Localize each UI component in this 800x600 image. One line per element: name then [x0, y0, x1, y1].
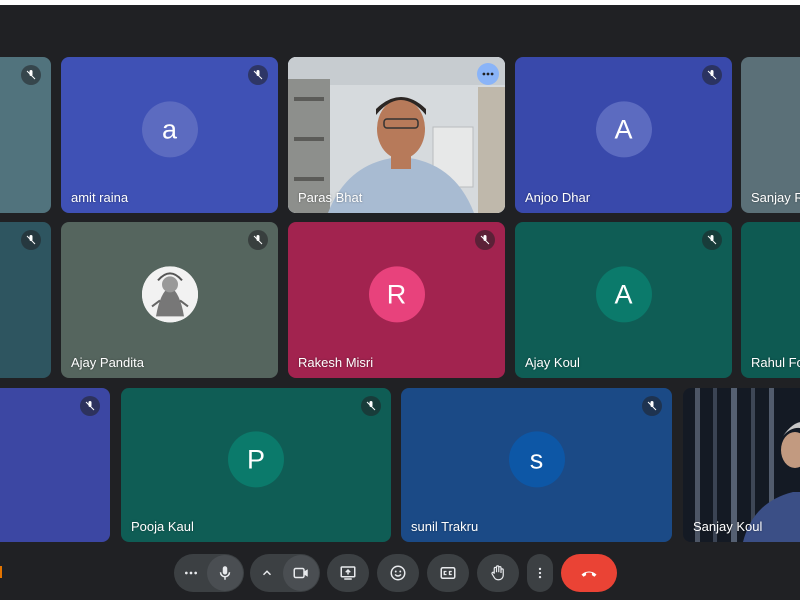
profile-photo: [141, 266, 198, 323]
participant-name: Anjoo Dhar: [525, 190, 591, 205]
participant-tile[interactable]: [0, 57, 51, 213]
avatar: s: [508, 431, 565, 488]
more-options-button[interactable]: [527, 554, 553, 592]
camera-control-group[interactable]: [250, 554, 320, 592]
participant-name: amit raina: [71, 190, 129, 205]
captions-button[interactable]: [427, 554, 469, 592]
mic-control-group[interactable]: [174, 554, 244, 592]
avatar: A: [595, 101, 652, 158]
participant-tile-active[interactable]: Paras Bhat: [288, 57, 505, 213]
mic-muted-icon: [702, 65, 722, 85]
raise-hand-button[interactable]: [477, 554, 519, 592]
participant-name: Ajay Pandita: [71, 355, 144, 370]
mic-muted-icon: [475, 230, 495, 250]
participant-name: sunil Trakru: [411, 519, 479, 534]
participant-name: Ajay Koul: [525, 355, 580, 370]
participant-name: Rakesh Misri: [298, 355, 374, 370]
raise-hand-icon: [491, 565, 504, 581]
avatar: P: [228, 431, 284, 488]
participant-name: Pooja Kaul: [131, 519, 194, 534]
participant-name: Rahul Fo: [751, 355, 800, 370]
mic-muted-icon: [248, 230, 268, 250]
participant-name: Paras Bhat: [298, 190, 363, 205]
participant-name: Sanjay Ra: [751, 190, 800, 205]
more-options-icon[interactable]: [477, 63, 499, 85]
participant-tile[interactable]: A Anjoo Dhar: [515, 57, 732, 213]
emoji-icon: [390, 565, 406, 581]
bottom-left-indicator: [0, 566, 2, 578]
participant-tile[interactable]: R Rakesh Misri: [288, 222, 505, 378]
mic-muted-icon: [248, 65, 268, 85]
participant-tile[interactable]: s sunil Trakru: [401, 388, 672, 542]
avatar: A: [595, 266, 652, 323]
participant-tile[interactable]: Rahul Fo: [741, 222, 800, 378]
participant-name: Sanjay Koul: [693, 519, 763, 534]
mic-muted-icon: [80, 396, 100, 416]
mic-muted-icon: [21, 230, 41, 250]
microphone-icon[interactable]: [207, 555, 243, 591]
mic-muted-icon: [702, 230, 722, 250]
end-call-icon: [581, 571, 597, 577]
end-call-button[interactable]: [561, 554, 617, 592]
top-bar: [0, 0, 800, 5]
present-screen-icon: [340, 566, 356, 580]
mic-muted-icon: [361, 396, 381, 416]
participant-tile[interactable]: a amit raina: [61, 57, 278, 213]
emoji-button[interactable]: [377, 554, 419, 592]
avatar: a: [141, 101, 198, 158]
chevron-up-icon[interactable]: [251, 566, 283, 580]
participant-tile[interactable]: Sanjay Ra: [741, 57, 800, 213]
mic-muted-icon: [21, 65, 41, 85]
participant-tile[interactable]: Ajay Pandita: [61, 222, 278, 378]
participant-tile[interactable]: [0, 388, 110, 542]
present-button[interactable]: [327, 554, 369, 592]
more-vertical-icon: [538, 567, 542, 579]
mic-muted-icon: [642, 396, 662, 416]
camera-icon[interactable]: [283, 555, 319, 591]
participant-tile[interactable]: [0, 222, 51, 378]
more-horizontal-icon[interactable]: [175, 565, 207, 581]
participant-tile[interactable]: Sanjay Koul: [683, 388, 800, 542]
participant-tile[interactable]: P Pooja Kaul: [121, 388, 391, 542]
participant-tile[interactable]: A Ajay Koul: [515, 222, 732, 378]
avatar: R: [368, 266, 425, 323]
captions-icon: [440, 567, 456, 579]
